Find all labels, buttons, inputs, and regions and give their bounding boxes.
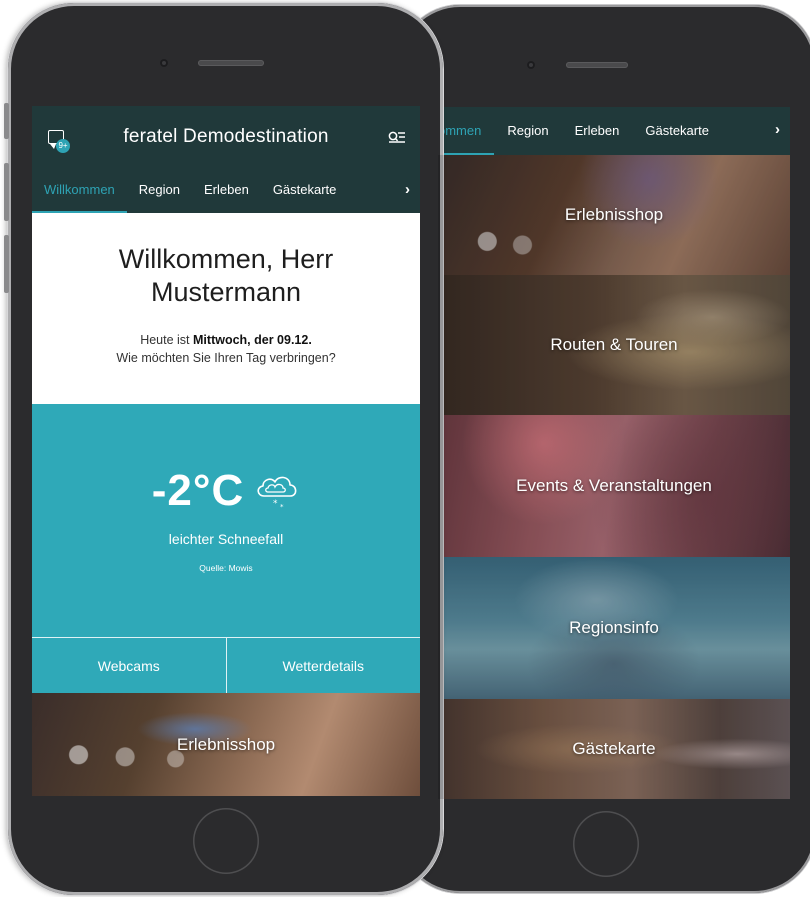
mute-switch: [4, 103, 9, 139]
chevron-right-icon[interactable]: ›: [405, 167, 410, 213]
tab-gaestekarte[interactable]: Gästekarte: [261, 167, 349, 213]
speaker-grille: [566, 62, 628, 68]
notification-badge: 9+: [56, 139, 70, 153]
date-value: Mittwoch, der 09.12.: [193, 333, 312, 347]
tile-label: Regionsinfo: [569, 618, 659, 637]
weather-buttons: Webcams Wetterdetails: [32, 637, 420, 694]
welcome-section: Willkommen, Herr Mustermann Heute ist Mi…: [32, 213, 420, 404]
tab-willkommen[interactable]: Willkommen: [32, 167, 127, 213]
tab-region[interactable]: Region: [127, 167, 192, 213]
tab-label: Erleben: [574, 123, 620, 138]
search-menu-icon[interactable]: [388, 130, 406, 146]
webcams-button[interactable]: Webcams: [32, 638, 226, 694]
back-tab-erleben[interactable]: Erleben: [562, 107, 633, 155]
welcome-title: Willkommen, Herr Mustermann: [32, 243, 420, 309]
tile-gaestekarte[interactable]: Gästekarte: [438, 699, 790, 799]
back-tab-gaestekarte[interactable]: Gästekarte: [632, 107, 722, 155]
phone-front: 9+ feratel Demodestination Willkommen Re…: [4, 3, 443, 895]
tile-regionsinfo[interactable]: Regionsinfo: [438, 557, 790, 699]
welcome-title-line: Mustermann: [150, 277, 302, 307]
volume-down-button: [4, 235, 9, 293]
tile-label: Routen & Touren: [550, 335, 678, 354]
camera-icon: [527, 61, 535, 69]
back-tab-bar: ommen Region Erleben Gästekarte ›: [438, 107, 790, 155]
date-prefix: Heute ist: [140, 333, 194, 347]
tile-erlebnisshop[interactable]: Erlebnisshop: [32, 693, 420, 796]
tile-label: Events & Veranstaltungen: [516, 476, 712, 495]
front-screen: 9+ feratel Demodestination Willkommen Re…: [32, 106, 420, 796]
volume-up-button: [4, 163, 9, 221]
temperature-row: -2°C * *: [32, 466, 420, 516]
tile-label: Erlebnisshop: [564, 205, 664, 224]
back-tab-region[interactable]: Region: [494, 107, 561, 155]
back-screen: ommen Region Erleben Gästekarte › Erlebn…: [438, 107, 790, 799]
tile-label: Gästekarte: [572, 739, 656, 758]
temperature: -2°C: [151, 466, 245, 515]
back-tab-willkommen[interactable]: ommen: [438, 107, 495, 155]
app-title: feratel Demodestination: [123, 125, 329, 147]
weather-condition: leichter Schneefall: [168, 531, 284, 547]
cloud-snow-icon: * *: [257, 476, 297, 510]
svg-text:*: *: [280, 503, 284, 510]
tab-label: Gästekarte: [645, 123, 709, 138]
tab-bar: Willkommen Region Erleben Gästekarte ›: [32, 167, 420, 213]
weather-widget[interactable]: -2°C * * leichter Schneefall Quelle: Mow…: [32, 404, 420, 637]
tab-label: Region: [507, 123, 549, 138]
camera-icon: [160, 59, 168, 67]
phone-back: ommen Region Erleben Gästekarte › Erlebn…: [398, 5, 810, 893]
home-button[interactable]: [193, 808, 259, 874]
tab-label: Erleben: [204, 182, 249, 197]
speaker-grille: [198, 60, 264, 66]
welcome-question: Wie möchten Sie Ihren Tag verbringen?: [116, 351, 336, 365]
welcome-date: Heute ist Mittwoch, der 09.12.: [32, 333, 420, 347]
svg-text:*: *: [273, 499, 278, 509]
welcome-title-line: Willkommen, Herr: [118, 244, 334, 274]
tile-events[interactable]: Events & Veranstaltungen: [438, 415, 790, 557]
tab-erleben[interactable]: Erleben: [192, 167, 261, 213]
home-button[interactable]: [573, 811, 639, 877]
tab-label: Willkommen: [44, 182, 115, 197]
chevron-right-icon[interactable]: ›: [775, 107, 780, 153]
tab-label: ommen: [438, 123, 482, 138]
app-header: 9+ feratel Demodestination: [32, 106, 420, 167]
weather-source: Quelle: Mowis: [199, 563, 253, 573]
tab-label: Region: [138, 182, 180, 197]
tile-erlebnisshop[interactable]: Erlebnisshop: [438, 155, 790, 275]
tile-routen-touren[interactable]: Routen & Touren: [438, 275, 790, 415]
wetterdetails-button[interactable]: Wetterdetails: [225, 638, 421, 694]
tile-label: Erlebnisshop: [176, 734, 276, 754]
tab-label: Gästekarte: [272, 182, 337, 197]
